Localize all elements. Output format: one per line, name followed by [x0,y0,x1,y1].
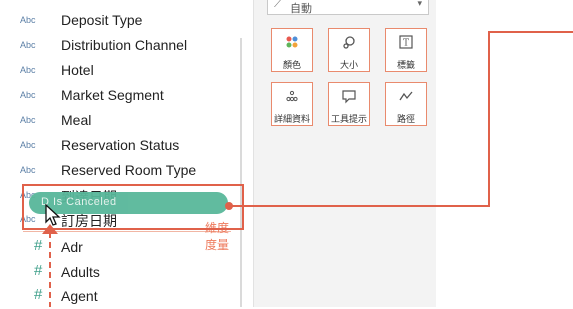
field-meal[interactable]: Abc Meal [0,109,230,133]
button-label: 大小 [339,60,358,70]
number-type-icon: # [34,286,43,303]
number-type-icon: # [34,237,43,254]
svg-text:T: T [403,39,409,49]
string-type-icon: Abc [20,140,36,150]
field-adults[interactable]: # Adults [0,261,230,285]
field-label: Market Segment [61,87,164,103]
color-dots-icon [272,35,312,53]
string-type-icon: Abc [20,165,36,175]
detail-icon [272,89,312,107]
tooltip-icon [329,89,369,108]
leader-line [488,31,573,33]
string-type-icon: Abc [20,15,36,25]
label-button[interactable]: T 標籤 [385,28,427,72]
string-type-icon: Abc [20,115,36,125]
field-label: Distribution Channel [61,37,188,53]
field-label: Reserved Room Type [61,162,197,178]
field-label: Hotel [61,62,94,78]
size-button[interactable]: 大小 [328,28,370,72]
button-label: 顏色 [282,60,301,70]
tooltip-button[interactable]: 工具提示 [328,82,370,126]
button-label: 路徑 [396,114,415,124]
field-reserved-room-type[interactable]: Abc Reserved Room Type [0,159,230,183]
path-button[interactable]: 路徑 [385,82,427,126]
measure-group-label: 度量 [205,238,230,252]
detail-button[interactable]: 詳細資料 [271,82,313,126]
field-agent[interactable]: # Agent [0,285,230,309]
text-label-icon: T [386,35,426,53]
chevron-down-icon: ▾ [417,0,422,8]
pane-scrollbar[interactable] [240,38,242,307]
string-type-icon: Abc [20,90,36,100]
button-label: 標籤 [396,60,415,70]
field-market-segment[interactable]: Abc Market Segment [0,84,230,108]
field-label: Meal [61,112,92,128]
leader-line [488,31,490,207]
field-adr[interactable]: # Adr [0,236,230,260]
field-label: Deposit Type [61,12,143,28]
button-label: 工具提示 [330,114,367,124]
button-label: 詳細資料 [273,114,310,124]
size-icon [329,35,369,55]
field-hotel[interactable]: Abc Hotel [0,59,230,83]
field-reservation-status[interactable]: Abc Reservation Status [0,134,230,158]
field-label: Reservation Status [61,137,180,153]
auto-mark-icon: ⟋ [274,0,282,10]
field-deposit-type[interactable]: Abc Deposit Type [0,9,230,33]
string-type-icon: Abc [20,65,36,75]
field-label: Agent [61,288,98,304]
string-type-icon: Abc [20,40,36,50]
color-button[interactable]: 顏色 [271,28,313,72]
data-pane-field-list: Abc Deposit Type Abc Distribution Channe… [0,0,232,307]
leader-line [228,205,490,207]
field-label: Adr [61,239,83,255]
field-distribution-channel[interactable]: Abc Distribution Channel [0,34,230,58]
drag-direction-arrow [49,232,51,307]
number-type-icon: # [34,262,43,279]
path-icon [386,89,426,107]
field-label: Adults [61,264,100,280]
mark-type-value: 自動 [290,3,312,15]
mark-type-dropdown[interactable]: ⟋ 自動 ▾ [267,0,429,15]
